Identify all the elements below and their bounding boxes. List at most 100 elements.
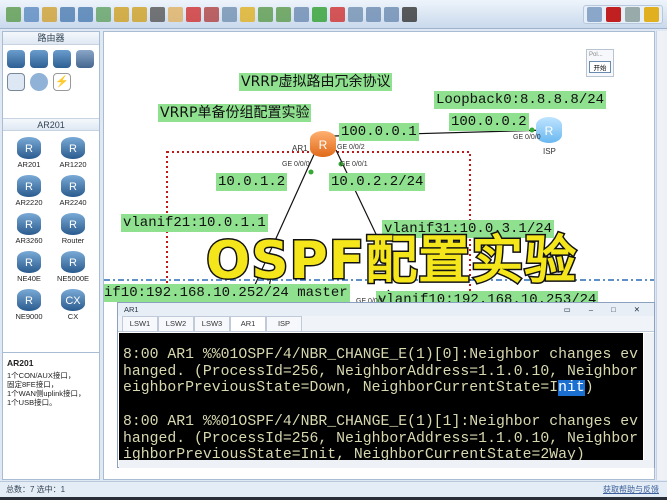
info-line: 1个WAN侧uplink接口， — [7, 389, 86, 398]
device-label: NE5000E — [56, 274, 90, 283]
console-line: 8:00 AR1 %%01OSPF/4/NBR_CHANGE_E(1)[1]:N… — [123, 413, 639, 430]
fit-icon[interactable] — [294, 6, 309, 22]
device-label: NE9000 — [15, 312, 43, 321]
terminal-titlebar: AR1 ▭ – □ ✕ — [118, 303, 654, 316]
pc-category-icon[interactable] — [7, 73, 25, 91]
device-item[interactable]: R AR201 — [7, 137, 51, 169]
console-line: hanged. (ProcessId=256, NeighborAddress=… — [123, 430, 639, 447]
switch-category-icon[interactable] — [30, 50, 48, 68]
tab-isp[interactable]: ISP — [266, 316, 302, 331]
text-icon[interactable] — [222, 6, 237, 22]
ar1-router-icon[interactable]: R — [310, 131, 336, 157]
zoom-in-icon[interactable] — [258, 6, 273, 22]
router-icon: R — [17, 251, 41, 273]
device-item[interactable]: R Router — [51, 213, 95, 245]
port-label: GE 0/0/0 — [282, 161, 310, 168]
select-icon[interactable] — [150, 6, 165, 22]
device-item[interactable]: R AR3260 — [7, 213, 51, 245]
tab-lsw2[interactable]: LSW2 — [158, 316, 194, 331]
terminal-hscrollbar[interactable] — [119, 460, 654, 468]
title-experiment: VRRP单备份组配置实验 — [158, 104, 312, 122]
device-label: AR2240 — [59, 198, 87, 207]
title-vrrp: VRRP虚拟路由冗余协议 — [239, 73, 393, 91]
device-info: AR201 1个CON/AUX接口， 固定8FE接口， 1个WAN侧uplink… — [2, 352, 100, 480]
new-topo-icon[interactable] — [6, 6, 21, 22]
console-line: 8:00 AR1 %%01OSPF/4/NBR_CHANGE_E(1)[0]:N… — [123, 347, 639, 363]
tab-ar1[interactable]: AR1 — [230, 316, 266, 331]
window-controls[interactable]: ▭ – □ ✕ — [564, 303, 648, 316]
router-icon: R — [61, 213, 85, 235]
tab-lsw3[interactable]: LSW3 — [194, 316, 230, 331]
selected-text: nit — [558, 380, 585, 397]
tab-lsw1[interactable]: LSW1 — [122, 316, 158, 331]
wlan-category-icon[interactable] — [53, 50, 71, 68]
zoom-out-icon[interactable] — [276, 6, 291, 22]
device-item[interactable]: CX CX — [51, 289, 95, 321]
device-item[interactable]: R NE5000E — [51, 251, 95, 283]
console-line: ighborPreviousState=Init, NeighborCurren… — [123, 447, 585, 460]
terminal-scrollbar[interactable] — [644, 333, 654, 460]
delete-icon[interactable] — [186, 6, 201, 22]
isp-ip-label: 100.0.0.2 — [449, 113, 529, 131]
port-label: GE 0/0/2 — [337, 144, 365, 151]
device-item[interactable]: R NE9000 — [7, 289, 51, 321]
status-summary: 总数：7 选中：1 — [6, 485, 66, 494]
router-icon: R — [61, 137, 85, 159]
help-link[interactable]: 获取帮助与反馈 — [603, 482, 659, 498]
palette-icon[interactable] — [240, 6, 255, 22]
router-icon: R — [61, 175, 85, 197]
chat-icon[interactable] — [587, 7, 602, 22]
console-line: hanged. (ProcessId=256, NeighborAddress=… — [123, 363, 639, 380]
isp-label: ISP — [543, 147, 556, 156]
device-item[interactable]: R AR2220 — [7, 175, 51, 207]
huawei-icon[interactable] — [606, 7, 621, 22]
settings-icon[interactable] — [625, 7, 640, 22]
router-icon: R — [61, 251, 85, 273]
device-item[interactable]: R AR1220 — [51, 137, 95, 169]
save-icon[interactable] — [60, 6, 75, 22]
ar1-ip-label: 100.0.0.1 — [339, 123, 419, 141]
cloud-category-icon[interactable] — [30, 73, 48, 91]
help-icon[interactable] — [644, 7, 659, 22]
port-dot — [529, 127, 535, 133]
start-button[interactable]: 开始 — [589, 61, 611, 73]
device-label: AR201 — [17, 160, 41, 169]
device-label: AR3260 — [15, 236, 43, 245]
console-line: eighborPreviousState=Down, NeighborCurre… — [123, 380, 559, 397]
stop-icon[interactable] — [330, 6, 345, 22]
device-item[interactable]: R AR2240 — [51, 175, 95, 207]
device-label: CX — [67, 312, 79, 321]
capture-icon[interactable] — [348, 6, 363, 22]
delete-link-icon[interactable] — [204, 6, 219, 22]
terminal-tabs: LSW1 LSW2 LSW3 AR1 ISP — [118, 316, 654, 332]
router-category-icon[interactable] — [7, 50, 25, 68]
cable-category-icon[interactable]: ⚡ — [53, 73, 71, 91]
router-icon: R — [17, 137, 41, 159]
redo-icon[interactable] — [132, 6, 147, 22]
toolbar-right — [583, 5, 663, 24]
device-group-title: AR201 — [3, 118, 99, 131]
right-link-ip: 10.0.2.2/24 — [329, 173, 426, 191]
undo-icon[interactable] — [114, 6, 129, 22]
terminal-console[interactable]: 8:00 AR1 %%01OSPF/4/NBR_CHANGE_E(1)[0]:N… — [119, 333, 643, 460]
device-item[interactable]: R NE40E — [7, 251, 51, 283]
device-label: AR1220 — [59, 160, 87, 169]
port-label: GE 0/0/1 — [340, 161, 368, 168]
canvas-scrollbar[interactable] — [656, 31, 667, 480]
firewall-category-icon[interactable] — [76, 50, 94, 68]
save-as-icon[interactable] — [78, 6, 93, 22]
new-file-icon[interactable] — [24, 6, 39, 22]
print-icon[interactable] — [96, 6, 111, 22]
device-label: AR2220 — [15, 198, 43, 207]
info-line: 固定8FE接口， — [7, 380, 59, 389]
open-icon[interactable] — [42, 6, 57, 22]
screenshot-icon[interactable] — [402, 6, 417, 22]
pan-icon[interactable] — [168, 6, 183, 22]
terminal-title: AR1 — [124, 305, 139, 314]
info-line: 1个USB接口。 — [7, 398, 57, 407]
start-icon[interactable] — [312, 6, 327, 22]
grid-icon[interactable] — [384, 6, 399, 22]
cli-icon[interactable] — [366, 6, 381, 22]
device-grid: R AR201 R AR1220 R AR2220 R AR2240 R AR3260 R Route… — [3, 131, 99, 327]
terminal-window: AR1 ▭ – □ ✕ LSW1 LSW2 LSW3 AR1 ISP 8:00 AR1 … — [117, 302, 655, 468]
